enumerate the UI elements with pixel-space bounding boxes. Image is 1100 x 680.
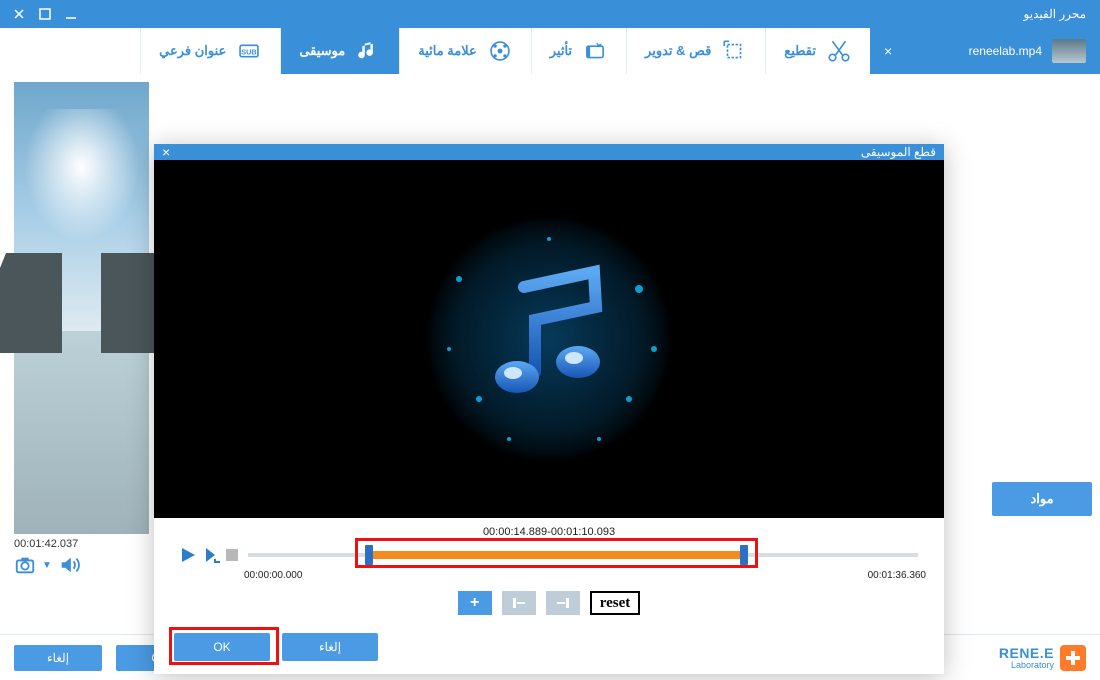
dialog-cancel-button[interactable]: إلغاء [282, 633, 378, 661]
close-button[interactable] [6, 4, 32, 24]
dialog-close-icon[interactable]: × [162, 144, 170, 160]
materials-panel: مواد [992, 482, 1092, 516]
file-thumbnail [1052, 39, 1086, 63]
effect-icon [582, 38, 608, 64]
file-tab[interactable]: reneelab.mp4 × [870, 28, 1100, 74]
scissors-icon [826, 38, 852, 64]
materials-button[interactable]: مواد [992, 482, 1092, 516]
mark-out-button [546, 591, 580, 615]
snapshot-icon[interactable] [14, 554, 36, 576]
logo-icon [1060, 645, 1086, 671]
window-title: محرر الفيديو [1024, 7, 1094, 21]
tab-effect-label: تأثير [550, 43, 572, 59]
trim-handle-end[interactable] [740, 545, 748, 565]
minimize-button[interactable] [58, 4, 84, 24]
tab-crop-label: قص & تدوير [645, 43, 711, 59]
preview-timestamp: 00:01:42.037 [14, 538, 78, 550]
music-note-icon [469, 257, 629, 422]
time-end: 00:01:36.360 [868, 570, 926, 581]
watermark-icon [487, 38, 513, 64]
dialog-titlebar: قطع الموسيقى × [154, 144, 944, 160]
volume-icon[interactable] [58, 554, 80, 576]
tab-music[interactable]: موسيقى [280, 28, 399, 74]
stop-icon[interactable] [226, 549, 238, 561]
tab-subtitle-label: عنوان فرعي [159, 43, 226, 59]
tab-subtitle[interactable]: SUB عنوان فرعي [140, 28, 280, 74]
music-viewer [154, 160, 944, 518]
music-icon [355, 38, 381, 64]
crop-rotate-icon [721, 38, 747, 64]
tab-cut-label: تقطيع [784, 43, 816, 59]
ribbon: reneelab.mp4 × تقطيع قص & تدوير تأثير عل… [0, 28, 1100, 74]
segment-tools: + reset [170, 591, 928, 615]
track-line[interactable] [248, 553, 918, 557]
dialog-ok-button[interactable]: OK [174, 633, 270, 661]
svg-text:SUB: SUB [242, 47, 257, 56]
subtitle-icon: SUB [236, 38, 262, 64]
trim-music-dialog: قطع الموسيقى × [154, 144, 944, 674]
trim-range-label: 00:00:14.889-00:01:10.093 [170, 526, 928, 538]
trim-handle-start[interactable] [365, 545, 373, 565]
play-icon[interactable] [178, 545, 198, 565]
tab-music-label: موسيقى [299, 43, 345, 59]
reset-button[interactable]: reset [590, 591, 641, 615]
add-segment-button[interactable]: + [458, 591, 492, 615]
file-tab-close-icon[interactable]: × [884, 43, 892, 59]
maximize-button[interactable] [32, 4, 58, 24]
preview-pane [14, 82, 149, 534]
brand-logo: RENE.E Laboratory [999, 645, 1086, 671]
tab-watermark[interactable]: علامة مائية [399, 28, 531, 74]
file-name: reneelab.mp4 [969, 44, 1042, 58]
tab-cut[interactable]: تقطيع [765, 28, 870, 74]
play-export-icon[interactable] [202, 545, 222, 565]
main-area: مواد 00:01:42.037 ▼ قطع الموسيقى × [0, 74, 1100, 634]
tab-crop[interactable]: قص & تدوير [626, 28, 765, 74]
time-start: 00:00:00.000 [244, 570, 302, 581]
tab-effect[interactable]: تأثير [531, 28, 626, 74]
snapshot-dropdown-icon[interactable]: ▼ [42, 560, 52, 571]
trim-track[interactable] [170, 542, 928, 568]
main-cancel-button[interactable]: إلغاء [14, 645, 102, 671]
logo-subtext: Laboratory [999, 660, 1054, 670]
logo-text: RENE.E [999, 646, 1054, 660]
dialog-title: قطع الموسيقى [861, 145, 936, 159]
tab-watermark-label: علامة مائية [418, 43, 477, 59]
ribbon-tabs: تقطيع قص & تدوير تأثير علامة مائية موسيق… [140, 28, 870, 74]
mark-in-button [502, 591, 536, 615]
titlebar: محرر الفيديو [0, 0, 1100, 28]
